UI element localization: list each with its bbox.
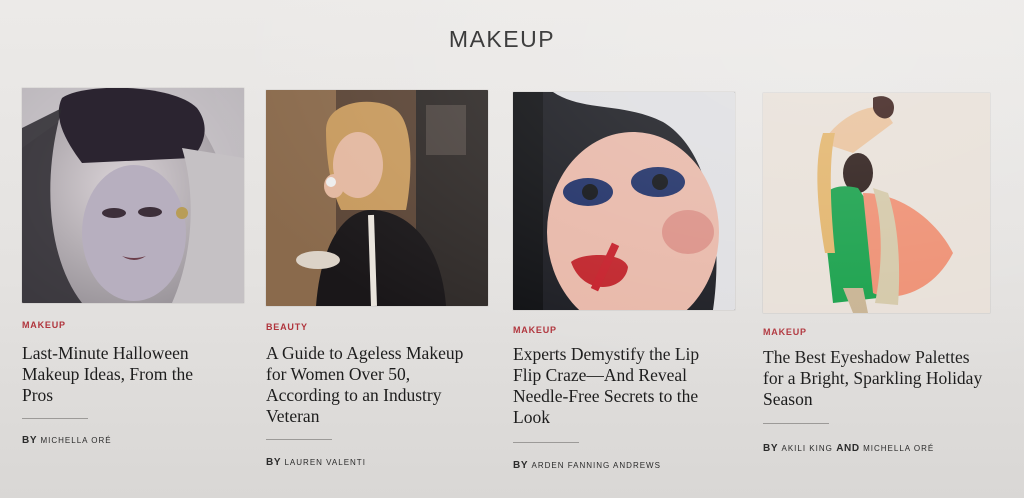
author-link[interactable]: MICHELLA ORÉ xyxy=(40,436,111,445)
byline-conjunction: AND xyxy=(836,443,860,454)
article-headline[interactable]: The Best Eyeshadow Palettes for a Bright… xyxy=(763,347,993,410)
article-byline: BY ARDEN FANNING ANDREWS xyxy=(513,460,661,471)
article-category[interactable]: MAKEUP xyxy=(513,325,557,335)
byline-prefix: BY xyxy=(266,457,282,468)
byline-prefix: BY xyxy=(22,435,38,446)
author-link[interactable]: MICHELLA ORÉ xyxy=(863,444,934,453)
article-image-halloween[interactable] xyxy=(22,88,244,303)
byline-prefix: BY xyxy=(763,443,779,454)
article-byline: BY MICHELLA ORÉ xyxy=(22,435,112,446)
divider xyxy=(266,439,332,440)
article-category[interactable]: BEAUTY xyxy=(266,322,308,332)
article-image-lip-flip[interactable] xyxy=(513,92,735,310)
author-link[interactable]: ARDEN FANNING ANDREWS xyxy=(531,461,660,470)
divider xyxy=(513,442,579,443)
byline-prefix: BY xyxy=(513,460,529,471)
article-byline: BY AKILI KING AND MICHELLA ORÉ xyxy=(763,443,934,454)
author-link[interactable]: LAUREN VALENTI xyxy=(284,458,365,467)
divider xyxy=(22,418,88,419)
article-headline[interactable]: Experts Demystify the Lip Flip Craze—And… xyxy=(513,344,731,428)
page: MAKEUP MAKEUP Last-Minute Halloween Make… xyxy=(0,0,1024,498)
article-headline[interactable]: A Guide to Ageless Makeup for Women Over… xyxy=(266,343,486,427)
article-headline[interactable]: Last-Minute Halloween Makeup Ideas, From… xyxy=(22,343,222,406)
author-link[interactable]: AKILI KING xyxy=(781,444,832,453)
section-title: MAKEUP xyxy=(448,26,556,52)
divider xyxy=(763,423,829,424)
article-category[interactable]: MAKEUP xyxy=(763,327,807,337)
article-category[interactable]: MAKEUP xyxy=(22,320,66,330)
article-image-eyeshadow-palettes[interactable] xyxy=(763,93,990,313)
article-byline: BY LAUREN VALENTI xyxy=(266,457,366,468)
article-image-ageless-makeup[interactable] xyxy=(266,90,488,306)
